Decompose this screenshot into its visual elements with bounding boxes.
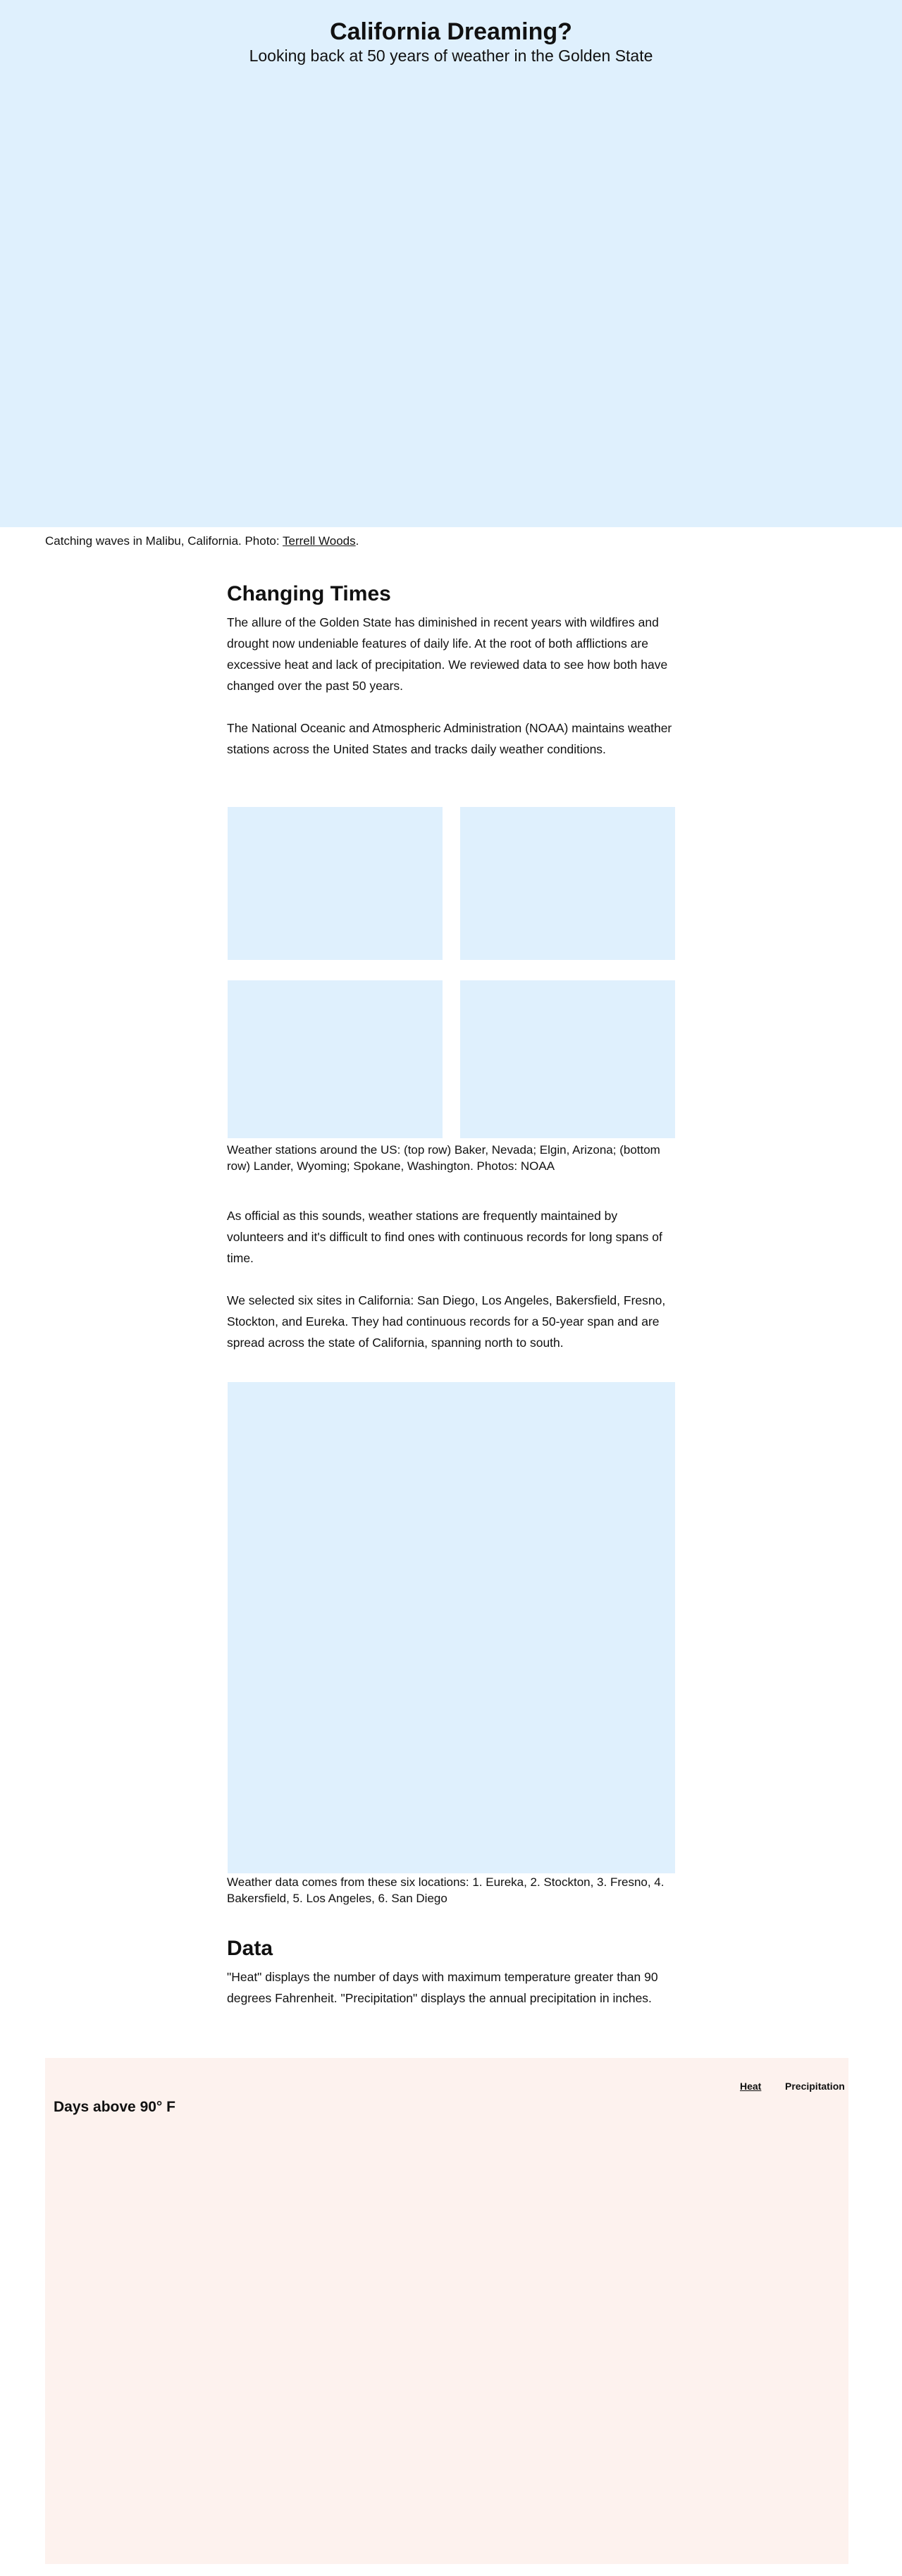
- chart-panel: Days above 90° F Heat Precipitation: [45, 2058, 848, 2564]
- station-photo-spokane: [460, 980, 675, 1138]
- data-section: Data "Heat" displays the number of days …: [227, 1937, 675, 2009]
- stations-section: As official as this sounds, weather stat…: [227, 1205, 675, 1353]
- section-title-data: Data: [227, 1937, 273, 1960]
- station-map-image: [228, 1382, 675, 1873]
- paragraph: "Heat" displays the number of days with …: [227, 1970, 658, 2005]
- map-caption: Weather data comes from these six locati…: [227, 1875, 665, 1905]
- tab-heat[interactable]: Heat: [740, 2081, 761, 2092]
- station-photo-elgin: [460, 807, 675, 960]
- tab-precipitation[interactable]: Precipitation: [785, 2081, 845, 2092]
- paragraph: The National Oceanic and Atmospheric Adm…: [227, 721, 672, 756]
- station-photo-lander: [228, 980, 443, 1138]
- station-photo-baker: [228, 807, 443, 960]
- hero-image: California Dreaming? Looking back at 50 …: [0, 0, 902, 527]
- changing-times-section: Changing Times The allure of the Golden …: [227, 582, 675, 760]
- section-title-changing-times: Changing Times: [227, 582, 391, 605]
- paragraph: As official as this sounds, weather stat…: [227, 1209, 662, 1265]
- hero-caption-suffix: .: [355, 534, 359, 548]
- photo-credit-link[interactable]: Terrell Woods: [283, 534, 356, 548]
- stations-caption: Weather stations around the US: (top row…: [227, 1143, 660, 1173]
- page-title: California Dreaming?: [330, 18, 572, 45]
- paragraph: The allure of the Golden State has dimin…: [227, 615, 668, 693]
- page-subtitle: Looking back at 50 years of weather in t…: [249, 47, 653, 65]
- chart-title: Days above 90° F: [54, 2099, 175, 2115]
- paragraph: We selected six sites in California: San…: [227, 1293, 666, 1350]
- hero-caption-text: Catching waves in Malibu, California. Ph…: [45, 534, 283, 548]
- hero-caption: Catching waves in Malibu, California. Ph…: [45, 534, 679, 549]
